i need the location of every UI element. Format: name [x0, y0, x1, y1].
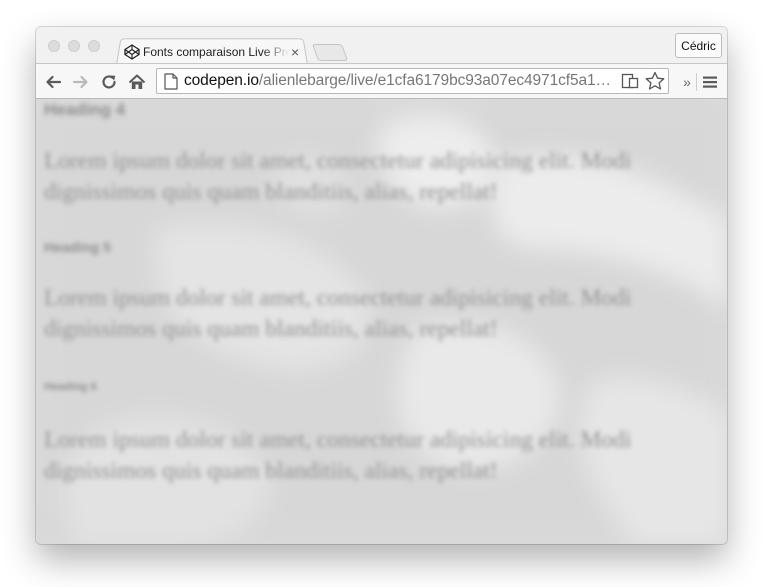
forward-arrow-icon[interactable] [71, 72, 91, 92]
close-window-button[interactable] [48, 40, 60, 52]
paragraph-3: Lorem ipsum dolor sit amet, consectetur … [44, 427, 632, 484]
tab-active[interactable]: Fonts comparaison Live Preview × [124, 42, 304, 62]
tab-close-icon[interactable]: × [291, 45, 299, 59]
toolbar: codepen.io/alienlebarge/live/e1cfa6179bc… [36, 63, 727, 99]
codepen-icon [124, 44, 140, 60]
toolbar-divider [696, 73, 697, 91]
heading-6: Heading 6 [44, 381, 97, 393]
zoom-window-button[interactable] [88, 40, 100, 52]
paragraph-2: Lorem ipsum dolor sit amet, consectetur … [44, 285, 632, 342]
page-icon [164, 73, 178, 90]
title-bar: Fonts comparaison Live Preview × Cédric [36, 27, 727, 65]
star-icon[interactable] [644, 71, 666, 91]
back-arrow-icon[interactable] [43, 72, 63, 92]
extensions-overflow-button[interactable]: » [677, 72, 697, 92]
minimize-window-button[interactable] [68, 40, 80, 52]
home-icon[interactable] [127, 72, 147, 92]
new-tab-button[interactable] [311, 44, 349, 61]
browser-window: Fonts comparaison Live Preview × Cédric … [36, 27, 727, 544]
url-path: /alienlebarge/live/e1cfa6179bc93a07ec497… [258, 72, 618, 89]
heading-5: Heading 5 [44, 239, 111, 255]
window-controls [48, 40, 100, 52]
tab-title: Fonts comparaison Live Preview [143, 45, 289, 59]
hamburger-menu-icon[interactable] [700, 72, 720, 92]
url-host: codepen.io [184, 72, 259, 89]
heading-4: Heading 4 [44, 100, 126, 119]
url-text[interactable]: codepen.io/alienlebarge/live/e1cfa6179bc… [184, 72, 618, 90]
address-bar[interactable]: codepen.io/alienlebarge/live/e1cfa6179bc… [156, 68, 669, 94]
reader-mode-icon[interactable] [620, 71, 640, 91]
reload-icon[interactable] [99, 72, 119, 92]
paragraph-1: Lorem ipsum dolor sit amet, consectetur … [44, 148, 632, 205]
profile-button[interactable]: Cédric [675, 33, 722, 58]
page-viewport: Heading 4 Lorem ipsum dolor sit amet, co… [36, 99, 727, 544]
omnibox-actions [620, 71, 666, 91]
